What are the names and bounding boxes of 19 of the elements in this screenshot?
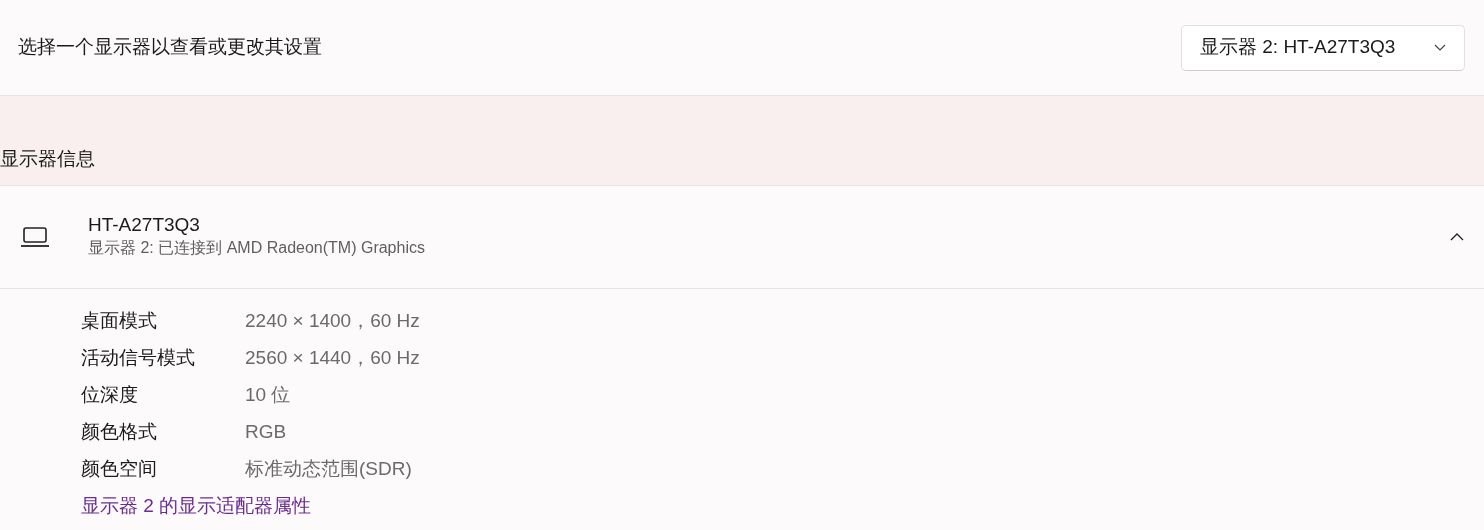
property-label: 颜色格式	[81, 420, 158, 445]
display-card-header[interactable]: HT-A27T3Q3 显示器 2: 已连接到 AMD Radeon(TM) Graphics	[0, 186, 1484, 289]
property-value: 2240 × 1400，60 Hz	[245, 309, 420, 334]
display-description: 显示器 2: 已连接到 AMD Radeon(TM) Graphics	[88, 238, 426, 259]
adapter-properties-link[interactable]: 显示器 2 的显示适配器属性	[81, 492, 312, 521]
property-value: 10 位	[245, 383, 291, 408]
property-label: 颜色空间	[81, 457, 158, 482]
property-value: RGB	[245, 420, 287, 445]
chevron-down-icon	[1434, 44, 1446, 51]
instruction-text: 选择一个显示器以查看或更改其设置	[18, 35, 322, 60]
property-value: 2560 × 1440，60 Hz	[245, 346, 420, 371]
display-dropdown[interactable]: 显示器 2: HT-A27T3Q3	[1181, 24, 1465, 71]
laptop-icon	[20, 226, 50, 248]
property-value: 标准动态范围(SDR)	[245, 457, 412, 482]
display-name: HT-A27T3Q3	[88, 213, 201, 237]
section-title: 显示器信息	[0, 146, 95, 171]
property-label: 位深度	[81, 383, 139, 408]
property-label: 桌面模式	[81, 309, 158, 334]
property-label: 活动信号模式	[81, 346, 196, 371]
